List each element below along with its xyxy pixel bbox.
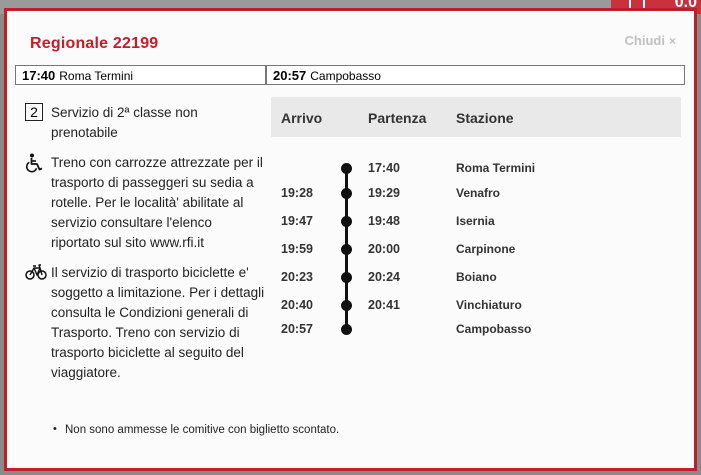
wheelchair-info: Treno con carrozze attrezzate per il tra… <box>25 153 265 253</box>
stop-departure: 20:00 <box>368 242 400 256</box>
header-departure: Partenza <box>368 110 427 126</box>
bicycle-info: Il servizio di trasporto biciclette e' s… <box>25 263 265 383</box>
stop-dot <box>341 163 352 174</box>
stop-row: 20:23 20:24 Boiano <box>271 270 681 286</box>
stop-departure: 20:41 <box>368 298 400 312</box>
stop-dot <box>341 300 352 311</box>
second-class-icon: 2 <box>25 103 43 121</box>
departure-time: 17:40 <box>22 68 56 83</box>
stop-station: Isernia <box>456 214 495 228</box>
stop-departure: 17:40 <box>368 161 400 175</box>
stop-dot <box>341 272 352 283</box>
stop-row: 19:59 20:00 Carpinone <box>271 242 681 258</box>
stop-row: 19:47 19:48 Isernia <box>271 214 681 230</box>
header-station: Stazione <box>456 110 514 126</box>
schedule-header: Arrivo Partenza Stazione <box>271 97 681 137</box>
service-info: 2 Servizio di 2ª classe non prenotabile … <box>25 103 265 393</box>
class-info: 2 Servizio di 2ª classe non prenotabile <box>25 103 265 143</box>
stop-departure: 19:29 <box>368 186 400 200</box>
stop-station: Campobasso <box>456 322 532 336</box>
close-icon: × <box>668 34 676 48</box>
route-bar: 17:40 Roma Termini 20:57 Campobasso <box>15 65 685 87</box>
wheelchair-icon <box>25 153 43 173</box>
departure-station: Roma Termini <box>59 69 134 83</box>
stop-row: 17:40 Roma Termini <box>271 161 681 177</box>
bicycle-icon <box>25 264 47 280</box>
stop-station: Carpinone <box>456 242 516 256</box>
class-info-text: Servizio di 2ª classe non prenotabile <box>51 105 198 140</box>
stop-arrival: 19:59 <box>281 242 313 256</box>
note-item: Non sono ammesse le comitive con bigliet… <box>53 423 339 436</box>
stop-departure: 20:24 <box>368 270 400 284</box>
stop-schedule: Arrivo Partenza Stazione 17:40 Roma Term… <box>271 97 681 343</box>
stop-station: Roma Termini <box>456 161 536 175</box>
stop-arrival: 20:40 <box>281 298 313 312</box>
stop-row: 20:40 20:41 Vinchiaturo <box>271 298 681 314</box>
arrival-station: Campobasso <box>310 69 381 83</box>
stop-row: 20:57 Campobasso <box>271 322 681 338</box>
stop-dot <box>341 244 352 255</box>
stop-arrival: 19:28 <box>281 186 313 200</box>
stop-station: Vinchiaturo <box>456 298 522 312</box>
close-button[interactable]: Chiudi × <box>625 33 676 48</box>
notes-list: Non sono ammesse le comitive con bigliet… <box>53 423 339 436</box>
header-arrival: Arrivo <box>281 110 323 126</box>
wheelchair-info-text: Treno con carrozze attrezzate per il tra… <box>51 155 263 250</box>
stop-station: Boiano <box>456 270 497 284</box>
stop-arrival: 20:57 <box>281 322 313 336</box>
stop-departure: 19:48 <box>368 214 400 228</box>
arrival-time: 20:57 <box>273 68 307 83</box>
bicycle-info-text: Il servizio di trasporto biciclette e' s… <box>51 265 265 380</box>
stop-arrival: 19:47 <box>281 214 313 228</box>
stop-row: 19:28 19:29 Venafro <box>271 186 681 202</box>
route-departure: 17:40 Roma Termini <box>15 65 266 85</box>
close-label: Chiudi <box>624 33 665 48</box>
stop-dot <box>341 324 352 335</box>
route-arrival: 20:57 Campobasso <box>266 65 685 85</box>
train-details-modal: Regionale 22199 Chiudi × 17:40 Roma Termin… <box>4 8 697 471</box>
stop-arrival: 20:23 <box>281 270 313 284</box>
stop-station: Venafro <box>456 186 501 200</box>
stops-list: 17:40 Roma Termini 19:28 19:29 Venafro 1… <box>271 153 681 343</box>
stop-dot <box>341 216 352 227</box>
train-title: Regionale 22199 <box>30 35 159 52</box>
stop-dot <box>341 188 352 199</box>
